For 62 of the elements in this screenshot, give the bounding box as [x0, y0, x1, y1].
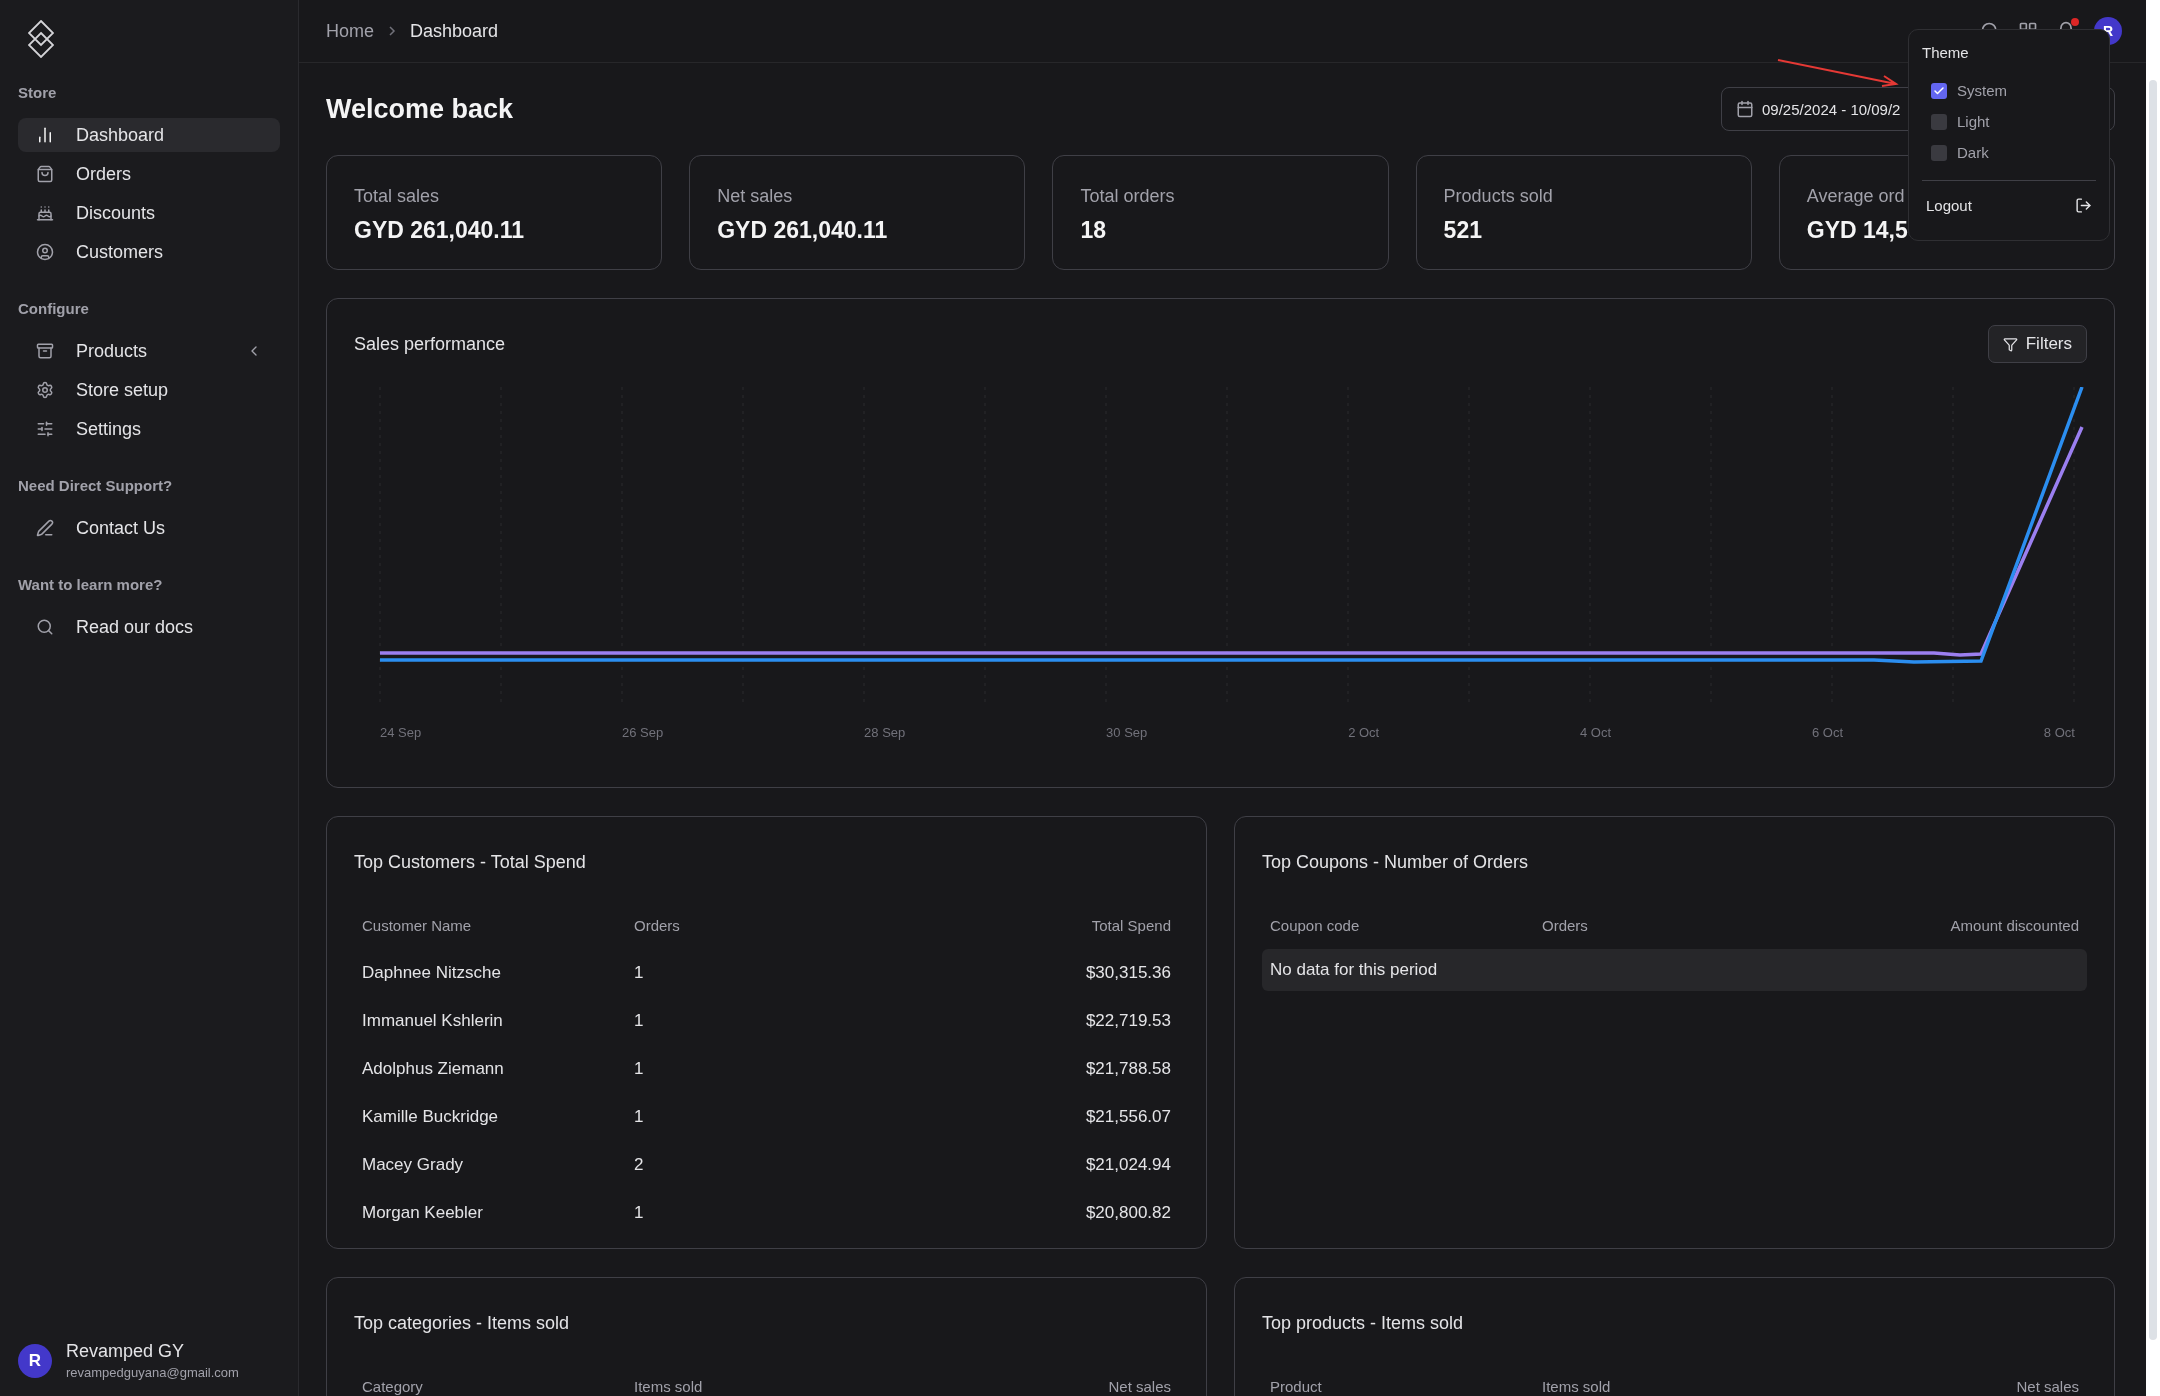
table-cell-text: $22,719.53: [1084, 1010, 1172, 1032]
table-cell-text: $21,024.94: [1084, 1154, 1172, 1176]
page-title: Welcome back: [326, 93, 514, 125]
stat-label: Net sales: [717, 186, 793, 207]
column-header: Coupon code: [1269, 915, 1361, 936]
table-cell-text: $21,556.07: [1084, 1106, 1172, 1128]
axis-label: 6 Oct: [1811, 725, 1843, 740]
column-header: Items sold: [1541, 1376, 1612, 1396]
table-cell-text: 1: [633, 1106, 645, 1128]
axis-label: 30 Sep: [1106, 725, 1148, 740]
table-cell-text: $30,315.36: [1084, 962, 1172, 984]
table-cell-text: Kamille Buckridge: [361, 1106, 500, 1128]
stat-value: GYD 261,040.11: [717, 217, 888, 244]
stat-value: 18: [1080, 217, 1106, 244]
table-cell-text: Daphnee Nitzsche: [361, 962, 502, 984]
table-cell-text: $21,788.58: [1084, 1058, 1172, 1080]
menu-heading: Theme: [1922, 44, 1970, 61]
column-header: Orders: [1541, 915, 1589, 936]
stat-value: GYD 261,040.11: [354, 217, 525, 244]
card-title: Top products - Items sold: [1262, 1312, 1464, 1334]
user-email: revampedguyana@gmail.com: [66, 1365, 239, 1380]
table-cell-text: 2: [633, 1154, 645, 1176]
stat-label: Total sales: [354, 186, 440, 207]
axis-label: 24 Sep: [380, 725, 422, 740]
column-header: Items sold: [633, 1376, 704, 1396]
column-header: Net sales: [1107, 1376, 1172, 1396]
axis-label: 8 Oct: [2043, 725, 2075, 740]
card-title: Top Customers - Total Spend: [354, 851, 586, 873]
axis-label: 26 Sep: [622, 725, 664, 740]
user-name: Revamped GY: [66, 1341, 186, 1362]
table-cell-text: Morgan Keebler: [361, 1202, 484, 1224]
axis-label: 28 Sep: [864, 725, 906, 740]
column-header: Category: [361, 1376, 424, 1396]
stat-label: Products sold: [1443, 186, 1553, 207]
column-header: Total Spend: [1090, 915, 1172, 936]
stat-label: Average ord: [1806, 186, 1905, 207]
card-title: Sales performance: [354, 333, 506, 355]
card-title: Top Coupons - Number of Orders: [1262, 851, 1529, 873]
stat-label: Total orders: [1080, 186, 1175, 207]
section-heading: Configure: [18, 300, 90, 317]
column-header: Customer Name: [361, 915, 473, 936]
axis-label: 2 Oct: [1348, 725, 1380, 740]
stat-value: 521: [1443, 217, 1482, 244]
table-cell-text: Adolphus Ziemann: [361, 1058, 505, 1080]
axis-label: 4 Oct: [1580, 725, 1612, 740]
card-title: Top categories - Items sold: [354, 1312, 570, 1334]
stat-value: GYD 14,5: [1806, 217, 1908, 244]
table-cell-text: $20,800.82: [1084, 1202, 1172, 1224]
table-cell-text: 1: [633, 1010, 645, 1032]
table-cell-text: 1: [633, 1058, 645, 1080]
section-heading: Want to learn more?: [18, 576, 164, 593]
table-cell-text: Macey Grady: [361, 1154, 465, 1176]
column-header: Product: [1269, 1376, 1323, 1396]
empty-message: No data for this period: [1262, 949, 2087, 991]
section-heading: Store: [18, 84, 58, 101]
table-cell-text: 1: [633, 962, 645, 984]
column-header: Amount discounted: [1949, 915, 2080, 936]
column-header: Orders: [633, 915, 681, 936]
table-cell-text: Immanuel Kshlerin: [361, 1010, 504, 1032]
table-cell-text: 1: [633, 1202, 645, 1224]
column-header: Net sales: [2015, 1376, 2080, 1396]
section-heading: Need Direct Support?: [18, 477, 174, 494]
